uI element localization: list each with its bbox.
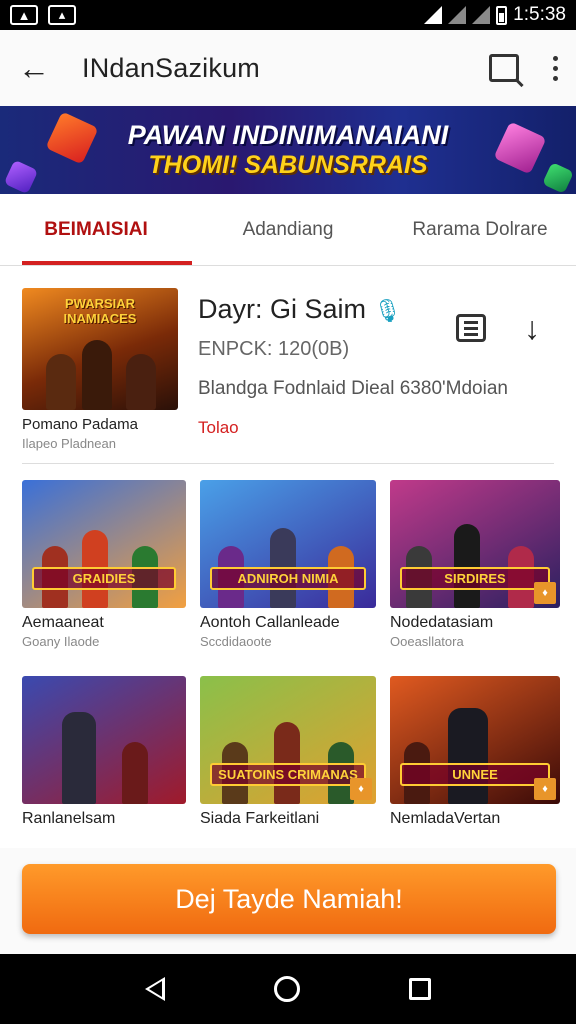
- featured-thumbnail[interactable]: PWARSIAR INAMIACES: [22, 288, 178, 410]
- banner-subtitle: THOMI! SABUNSRRAIS: [148, 151, 428, 179]
- game-logo: ADNIROH NIMIA: [210, 567, 366, 590]
- system-nav-bar: [0, 954, 576, 1024]
- game-thumbnail[interactable]: SUATOINS CRIMANAS ♦: [200, 676, 376, 804]
- battery-icon: [496, 5, 508, 25]
- game-card[interactable]: GRAIDIES Aemaaneat Goany Ilaode: [22, 480, 186, 660]
- featured-thumb-logo: PWARSIAR INAMIACES: [63, 296, 137, 326]
- game-title: NemladaVertan: [390, 810, 501, 827]
- game-card[interactable]: SUATOINS CRIMANAS ♦ Siada Farkeitlani: [200, 676, 376, 848]
- app-title: INdanSazikum: [82, 52, 260, 83]
- wifi-icon: [424, 6, 443, 24]
- thumb-figure: [62, 712, 96, 804]
- mic-icon: 🎙: [373, 298, 402, 323]
- game-title: Ranlanelsam: [22, 810, 116, 827]
- game-thumbnail[interactable]: GRAIDIES: [22, 480, 186, 608]
- game-thumbnail[interactable]: SIRDIRES ♦: [390, 480, 560, 608]
- featured-price: Tolao: [198, 418, 239, 437]
- signal-icon-2: [472, 6, 491, 24]
- gem-red-icon: [45, 111, 99, 165]
- thumb-figure: [454, 524, 480, 608]
- game-card[interactable]: ADNIROH NIMIA Aontoh Callanleade Sccdida…: [200, 480, 376, 660]
- game-logo: UNNEE: [400, 763, 550, 786]
- badge-icon: ♦: [350, 778, 372, 800]
- featured-developer: Pomano Padama: [22, 416, 138, 433]
- tab-bar: BEIMAISIAI Adandiang Rarama Dolrare: [0, 194, 576, 266]
- game-title: Siada Farkeitlani: [200, 810, 320, 827]
- game-title: Nodedatasiam: [390, 614, 494, 631]
- featured-title-text: Dayr: Gi Saim: [198, 294, 367, 324]
- game-title: Aemaaneat: [22, 614, 104, 631]
- game-title: Aontoh Callanleade: [200, 614, 340, 631]
- game-card[interactable]: Ranlanelsam: [22, 676, 186, 848]
- game-grid: GRAIDIES Aemaaneat Goany Ilaode ADNIROH …: [22, 480, 560, 848]
- game-card[interactable]: SIRDIRES ♦ Nodedatasiam Ooeasllatora: [390, 480, 560, 660]
- badge-icon: ♦: [534, 778, 556, 800]
- nav-home-icon[interactable]: [273, 976, 300, 1002]
- notification-icon: ▲: [10, 5, 38, 25]
- banner-title: PAWAN INDINIMANAIANI: [127, 120, 449, 150]
- tab-top-rated[interactable]: Rarama Dolrare: [384, 194, 576, 265]
- thumb-figure: [126, 354, 156, 410]
- featured-title: Dayr: Gi Saim 🎙: [198, 294, 401, 325]
- status-bar: ▲ ▴ 1:5:38: [0, 0, 576, 30]
- signal-icon: [448, 6, 467, 24]
- app-bar: ← INdanSazikum: [0, 30, 576, 106]
- gem-purple-icon: [3, 159, 39, 194]
- featured-meta: ENPCK: 120(0B): [198, 338, 350, 360]
- promo-banner[interactable]: PAWAN INDINIMANAIANI THOMI! SABUNSRRAIS: [0, 106, 576, 194]
- nav-recents-icon[interactable]: [409, 978, 432, 1000]
- game-logo: SIRDIRES: [400, 567, 550, 590]
- back-arrow-icon[interactable]: ←: [18, 50, 58, 87]
- content-area: PWARSIAR INAMIACES Pomano Padama Ilapeo …: [0, 266, 576, 848]
- featured-category: Ilapeo Pladnean: [22, 436, 116, 451]
- download-icon[interactable]: ↓: [524, 310, 540, 347]
- thumb-figure: [122, 742, 148, 804]
- list-icon[interactable]: [456, 314, 486, 342]
- game-thumbnail[interactable]: UNNEE ♦: [390, 676, 560, 804]
- search-icon[interactable]: [489, 54, 519, 82]
- tab-trending[interactable]: Adandiang: [192, 194, 384, 265]
- gem-pink-icon: [493, 121, 547, 175]
- badge-icon: ♦: [534, 582, 556, 604]
- game-thumbnail[interactable]: ADNIROH NIMIA: [200, 480, 376, 608]
- featured-description: Blandga Fodnlaid Dieal 6380'Mdoian: [198, 378, 508, 399]
- game-developer: Sccdidaoote: [200, 634, 272, 649]
- gallery-icon: ▴: [48, 5, 76, 25]
- game-card[interactable]: UNNEE ♦ NemladaVertan: [390, 676, 560, 848]
- game-logo: SUATOINS CRIMANAS: [210, 763, 366, 786]
- game-developer: Goany Ilaode: [22, 634, 100, 649]
- game-developer: Ooeasllatora: [390, 634, 464, 649]
- cta-area: Dej Tayde Namiah!: [0, 848, 576, 954]
- install-cta-button[interactable]: Dej Tayde Namiah!: [22, 864, 556, 934]
- thumb-figure: [46, 354, 76, 410]
- more-vert-icon[interactable]: [553, 55, 558, 81]
- nav-back-icon[interactable]: [144, 977, 165, 1001]
- thumb-figure: [82, 340, 112, 410]
- thumb-figure: [448, 708, 488, 804]
- tab-featured[interactable]: BEIMAISIAI: [0, 194, 192, 265]
- featured-game[interactable]: PWARSIAR INAMIACES Pomano Padama Ilapeo …: [22, 288, 554, 464]
- gem-green-icon: [542, 162, 574, 194]
- status-time: 1:5:38: [513, 4, 566, 25]
- game-thumbnail[interactable]: [22, 676, 186, 804]
- game-logo: GRAIDIES: [32, 567, 176, 590]
